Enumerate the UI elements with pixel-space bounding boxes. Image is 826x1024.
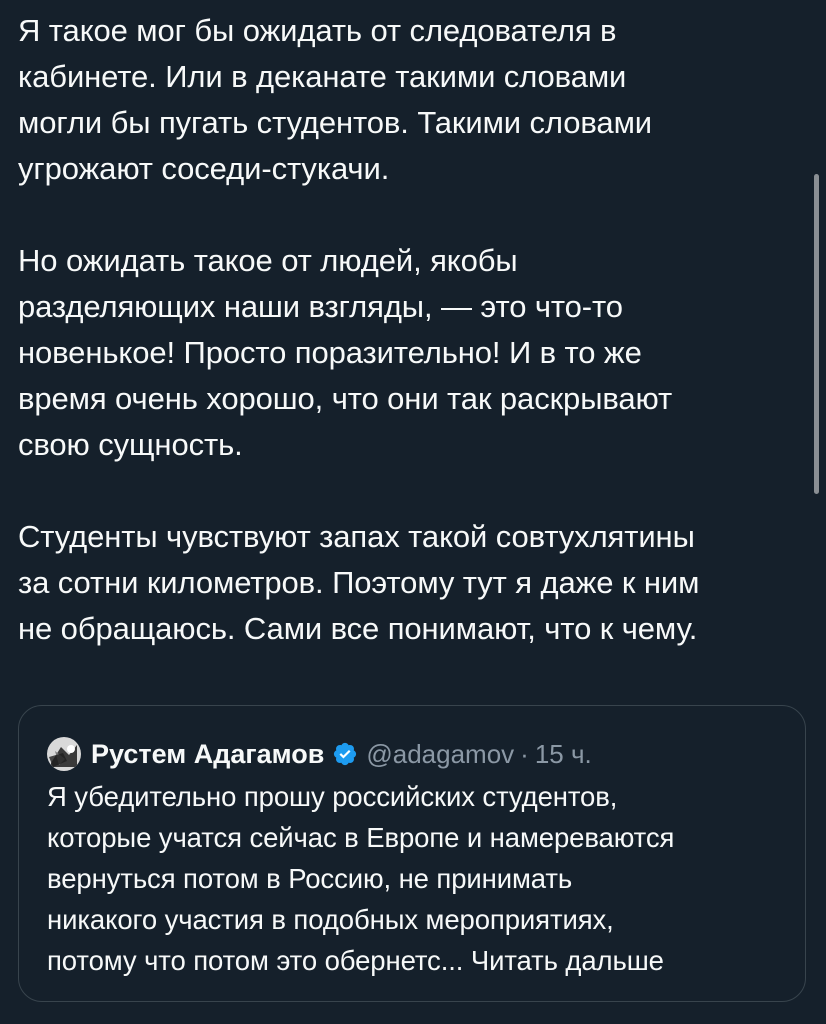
author-handle[interactable]: @adagamov xyxy=(366,739,514,770)
post-time[interactable]: 15 ч. xyxy=(535,739,592,770)
tweet-line: кабинете. Или в деканате такими словами xyxy=(18,59,627,94)
quoted-line: вернуться потом в Россию, не принимать xyxy=(47,863,573,894)
avatar-image xyxy=(47,737,81,771)
read-more-link[interactable]: Читать дальше xyxy=(471,945,664,976)
verified-badge-icon xyxy=(334,742,357,766)
scrollbar-thumb[interactable] xyxy=(814,174,819,494)
quoted-tweet-text: Я убедительно прошу российских студентов… xyxy=(47,776,777,981)
meta-separator: · xyxy=(520,738,529,769)
tweet-line: время очень хорошо, что они так раскрыва… xyxy=(18,381,673,416)
quoted-line: никакого участия в подобных мероприятиях… xyxy=(47,904,614,935)
tweet-body: Я такое мог бы ожидать от следователя в … xyxy=(18,8,808,652)
author-name[interactable]: Рустем Адагамов xyxy=(91,739,324,770)
tweet-paragraph: Я такое мог бы ожидать от следователя в … xyxy=(18,8,808,192)
tweet-line: могли бы пугать студентов. Такими словам… xyxy=(18,105,653,140)
tweet-line: новенькое! Просто поразительно! И в то ж… xyxy=(18,335,642,370)
tweet-line: не обращаюсь. Сами все понимают, что к ч… xyxy=(18,611,698,646)
tweet-paragraph: Но ожидать такое от людей, якобы разделя… xyxy=(18,238,808,468)
tweet-line: свою сущность. xyxy=(18,427,243,462)
tweet-line: Но ожидать такое от людей, якобы xyxy=(18,243,518,278)
quoted-tweet-header: Рустем Адагамов @adagamov · 15 ч. xyxy=(47,736,777,772)
tweet-line: Студенты чувствуют запах такой совтухлят… xyxy=(18,519,695,554)
tweet-line: за сотни километров. Поэтому тут я даже … xyxy=(18,565,700,600)
tweet-paragraph: Студенты чувствуют запах такой совтухлят… xyxy=(18,514,808,652)
tweet-line: угрожают соседи-стукачи. xyxy=(18,151,390,186)
tweet-line: разделяющих наши взгляды, — это что-то xyxy=(18,289,623,324)
quoted-tweet-card[interactable]: Рустем Адагамов @adagamov · 15 ч. Я убед… xyxy=(18,705,806,1002)
quoted-line: которые учатся сейчас в Европе и намерев… xyxy=(47,822,675,853)
tweet-line: Я такое мог бы ожидать от следователя в xyxy=(18,13,617,48)
avatar[interactable] xyxy=(47,737,81,771)
quoted-line: потому что потом это обернетс... xyxy=(47,945,464,976)
quoted-line: Я убедительно прошу российских студентов… xyxy=(47,781,618,812)
